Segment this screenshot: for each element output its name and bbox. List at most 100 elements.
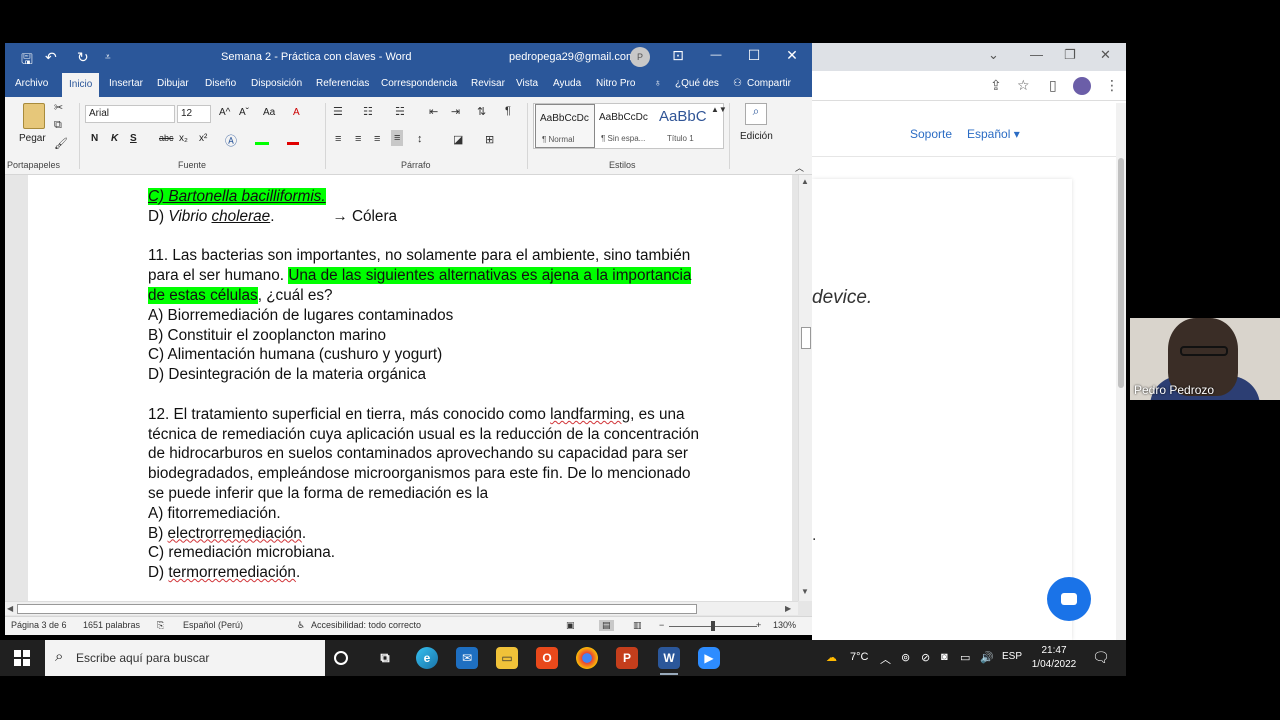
input-language[interactable]: ESP <box>1002 651 1022 662</box>
close-button[interactable]: ✕ <box>777 47 807 64</box>
increase-indent-icon[interactable]: ⇥ <box>451 105 460 118</box>
horizontal-scrollbar[interactable]: ◀ ▶ <box>5 601 798 615</box>
style-no-spacing[interactable]: AaBbCcDc ¶ Sin espa... <box>595 104 655 148</box>
zoom-in-button[interactable]: + <box>756 620 761 630</box>
tab-nitro-pro[interactable]: Nitro Pro <box>596 78 635 89</box>
tab-ayuda[interactable]: Ayuda <box>553 78 581 89</box>
superscript-button[interactable]: x² <box>199 133 207 144</box>
cut-icon[interactable]: ✂ <box>54 101 63 114</box>
change-case-icon[interactable]: Aa <box>263 107 275 118</box>
multilevel-list-icon[interactable]: ☵ <box>395 105 405 118</box>
word-icon[interactable]: W <box>658 647 680 669</box>
grow-font-icon[interactable]: A^ <box>219 107 230 118</box>
undo-icon[interactable]: ↶ <box>45 49 57 66</box>
share-button[interactable]: Compartir <box>747 78 791 89</box>
font-name-select[interactable]: Arial <box>85 105 175 123</box>
maximize-button[interactable]: ☐ <box>739 47 769 64</box>
style-heading-1[interactable]: AaBbC Título 1 <box>655 104 715 148</box>
account-avatar[interactable]: P <box>630 47 650 67</box>
star-icon[interactable]: ☆ <box>1017 77 1030 94</box>
page-count[interactable]: Página 3 de 6 <box>11 620 67 630</box>
network-icon[interactable]: ⊚ <box>901 651 910 664</box>
tab-vista[interactable]: Vista <box>516 78 538 89</box>
close-icon[interactable]: ✕ <box>1100 47 1111 63</box>
battery-icon[interactable]: ▭ <box>960 651 970 664</box>
line-spacing-icon[interactable]: ↕ <box>417 133 423 145</box>
web-layout-icon[interactable]: ▥ <box>633 620 642 631</box>
edge-icon[interactable]: e <box>416 647 438 669</box>
clear-format-icon[interactable]: A <box>293 107 300 118</box>
shading-icon[interactable]: ◪ <box>453 133 463 146</box>
subscript-button[interactable]: x₂ <box>179 133 188 144</box>
file-explorer-icon[interactable]: ▭ <box>496 647 518 669</box>
copy-icon[interactable]: ⧉ <box>54 119 62 132</box>
justify-icon[interactable]: ≡ <box>391 130 404 146</box>
zoom-app-icon[interactable]: ▶ <box>698 647 720 669</box>
tab-dibujar[interactable]: Dibujar <box>157 78 189 89</box>
borders-icon[interactable]: ⊞ <box>485 133 494 146</box>
browser-scrollbar[interactable] <box>1116 103 1126 640</box>
zoom-out-button[interactable]: − <box>659 620 664 630</box>
zoom-slider-handle[interactable] <box>711 621 715 631</box>
sort-icon[interactable]: ⇅ <box>477 105 486 118</box>
cortana-icon[interactable] <box>334 651 348 665</box>
nav-support-link[interactable]: Soporte <box>910 127 952 141</box>
taskbar-search[interactable]: ⌕ Escribe aquí para buscar <box>45 640 325 676</box>
document-page[interactable]: C) Bartonella bacilliformis. D) Vibrio c… <box>28 175 792 601</box>
read-mode-icon[interactable]: ▣ <box>566 620 575 631</box>
align-left-icon[interactable]: ≡ <box>335 133 341 145</box>
scroll-thumb[interactable] <box>801 327 811 349</box>
tab-revisar[interactable]: Revisar <box>471 78 505 89</box>
align-right-icon[interactable]: ≡ <box>374 133 380 145</box>
styles-scroll-icon[interactable]: ▲▼ <box>711 105 727 114</box>
bullets-icon[interactable]: ☰ <box>333 105 343 118</box>
paste-icon[interactable] <box>23 103 45 129</box>
share-icon[interactable]: ⇪ <box>990 77 1002 94</box>
highlight-color-icon[interactable] <box>255 133 269 145</box>
paste-button[interactable]: Pegar <box>19 133 46 144</box>
tab-archivo[interactable]: Archivo <box>15 78 48 89</box>
format-painter-icon[interactable]: 🖌 <box>54 137 68 150</box>
temperature[interactable]: 7°C <box>850 651 868 663</box>
text-effects-icon[interactable]: Ⓐ <box>225 132 237 149</box>
customize-icon[interactable]: ⩡ <box>105 52 111 63</box>
menu-icon[interactable]: ⋮ <box>1105 77 1119 94</box>
strikethrough-button[interactable]: abc <box>159 133 174 143</box>
notifications-icon[interactable]: 🗨 <box>1092 649 1110 666</box>
scroll-thumb[interactable] <box>1118 158 1124 388</box>
scroll-right-icon[interactable]: ▶ <box>785 604 791 613</box>
shrink-font-icon[interactable]: Aˇ <box>239 107 249 118</box>
restore-icon[interactable]: ❐ <box>1064 47 1076 63</box>
volume-icon[interactable]: 🔊 <box>980 651 994 664</box>
meet-now-icon[interactable]: ⊘ <box>921 651 930 664</box>
redo-icon[interactable]: ↻ <box>77 49 89 66</box>
sidebar-icon[interactable]: ▯ <box>1049 77 1057 94</box>
chrome-icon[interactable] <box>576 647 598 669</box>
chevron-down-icon[interactable]: ⌄ <box>988 47 999 63</box>
bold-button[interactable]: N <box>91 133 98 144</box>
powerpoint-icon[interactable]: P <box>616 647 638 669</box>
style-normal[interactable]: AaBbCcDc ¶ Normal <box>535 104 595 148</box>
numbering-icon[interactable]: ☷ <box>363 105 373 118</box>
tab-referencias[interactable]: Referencias <box>316 78 369 89</box>
system-clock[interactable]: 21:47 1/04/2022 <box>1024 644 1084 672</box>
scroll-left-icon[interactable]: ◀ <box>7 604 13 613</box>
language-status[interactable]: Español (Perú) <box>183 620 243 630</box>
tab-correspondencia[interactable]: Correspondencia <box>381 78 457 89</box>
document-text[interactable]: C) Bartonella bacilliformis. D) Vibrio c… <box>148 187 758 583</box>
font-size-select[interactable]: 12 <box>177 105 211 123</box>
nav-language-link[interactable]: Español ▾ <box>967 127 1020 141</box>
italic-button[interactable]: K <box>111 133 118 144</box>
collapse-ribbon-icon[interactable]: ︿ <box>795 161 804 174</box>
weather-icon[interactable]: ☁ <box>826 651 837 664</box>
proofing-icon[interactable]: ⎘ <box>157 620 164 631</box>
chat-button[interactable] <box>1047 577 1091 621</box>
decrease-indent-icon[interactable]: ⇤ <box>429 105 438 118</box>
zoom-level[interactable]: 130% <box>773 620 796 630</box>
vertical-scrollbar[interactable]: ▲ ▼ <box>798 175 812 601</box>
scroll-down-icon[interactable]: ▼ <box>801 587 809 596</box>
tab-disposicion[interactable]: Disposición <box>251 78 302 89</box>
font-color-icon[interactable] <box>287 133 299 145</box>
save-icon[interactable]: 🖫 <box>21 49 33 73</box>
mail-icon[interactable]: ✉ <box>456 647 478 669</box>
